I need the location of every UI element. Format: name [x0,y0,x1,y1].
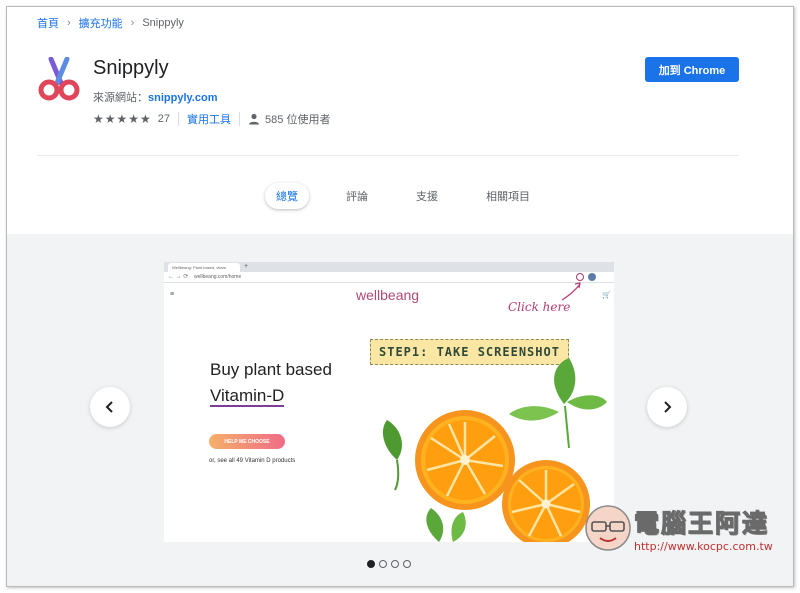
browser-tab-strip: Wellbeang: Plant based, vitam + [164,262,614,272]
meta-divider [178,112,180,126]
rating-stars-icon[interactable]: ★★★★★ [93,112,152,126]
hamburger-menu-icon: ≡ [170,291,175,298]
carousel-dot-1[interactable] [367,560,375,568]
browser-address-bar: ← → ⟳ wellbeang.com/home [164,272,614,283]
tab-related[interactable]: 相關項目 [475,183,541,209]
click-here-annotation: Click here [508,300,571,314]
tab-reviews[interactable]: 評論 [335,183,379,209]
breadcrumb: 首頁 › 擴充功能 › Snippyly [37,15,184,31]
chevron-right-icon: › [130,17,135,29]
carousel-next-button[interactable] [647,387,687,427]
cart-icon: 🛒 [602,292,611,299]
carousel-dots [367,560,411,568]
mascot-face-icon [585,505,631,551]
screenshot-slide: Wellbeang: Plant based, vitam + ← → ⟳ we… [164,262,614,542]
breadcrumb-extensions-link[interactable]: 擴充功能 [79,15,123,31]
help-me-choose-button: HELP ME CHOOSE [209,434,285,449]
source-line: 來源網站：snippyly.com [93,89,217,105]
extension-meta: ★★★★★ 27 實用工具 585 位使用者 [93,111,330,127]
site-watermark: 電腦王阿達 http://www.kocpc.com.tw [582,498,782,558]
profile-avatar [588,273,596,281]
source-label: 來源網站： [93,92,148,104]
orange-half-icon [502,460,590,542]
carousel-dot-3[interactable] [391,560,399,568]
add-to-chrome-button[interactable]: 加到 Chrome [645,57,739,82]
orange-half-icon [415,410,515,510]
leaf-icon [382,420,402,491]
rating-count[interactable]: 27 [158,113,170,125]
chevron-right-icon: › [67,17,71,29]
watermark-url: http://www.kocpc.com.tw [634,540,773,553]
chevron-left-icon [105,401,113,413]
headline-line-2: Vitamin-D [210,386,285,407]
category-link[interactable]: 實用工具 [187,111,231,127]
headline-line-1: Buy plant based [210,360,332,379]
browser-url: wellbeang.com/home [194,274,242,280]
site-brand: wellbeang [356,287,420,303]
browser-tab: Wellbeang: Plant based, vitam [168,263,240,272]
meta-divider [239,112,241,126]
carousel-dot-2[interactable] [379,560,387,568]
oranges-illustration [382,358,607,542]
carousel-dot-4[interactable] [403,560,411,568]
source-link[interactable]: snippyly.com [148,92,217,104]
breadcrumb-home-link[interactable]: 首頁 [37,15,59,31]
header-divider [37,155,739,156]
carousel-prev-button[interactable] [90,387,130,427]
user-icon [249,113,260,125]
new-tab-icon: + [244,263,249,270]
user-count: 585 位使用者 [265,114,331,126]
see-all-link: or, see all 49 Vitamin D products [209,458,296,464]
leaf-icon [509,358,607,449]
breadcrumb-current: Snippyly [142,17,184,29]
tab-overview[interactable]: 總覽 [265,183,309,209]
leaf-icon [426,508,466,542]
extension-title: Snippyly [93,57,169,79]
chevron-right-icon [664,401,672,413]
annotation-arrow-icon [561,282,581,301]
tab-bar: 總覽 評論 支援 相關項目 [265,183,567,209]
scissors-logo-icon [38,57,80,101]
tab-support[interactable]: 支援 [405,183,449,209]
watermark-text: 電腦王阿達 [633,509,770,539]
browser-nav-icons: ← → ⟳ [168,274,189,280]
